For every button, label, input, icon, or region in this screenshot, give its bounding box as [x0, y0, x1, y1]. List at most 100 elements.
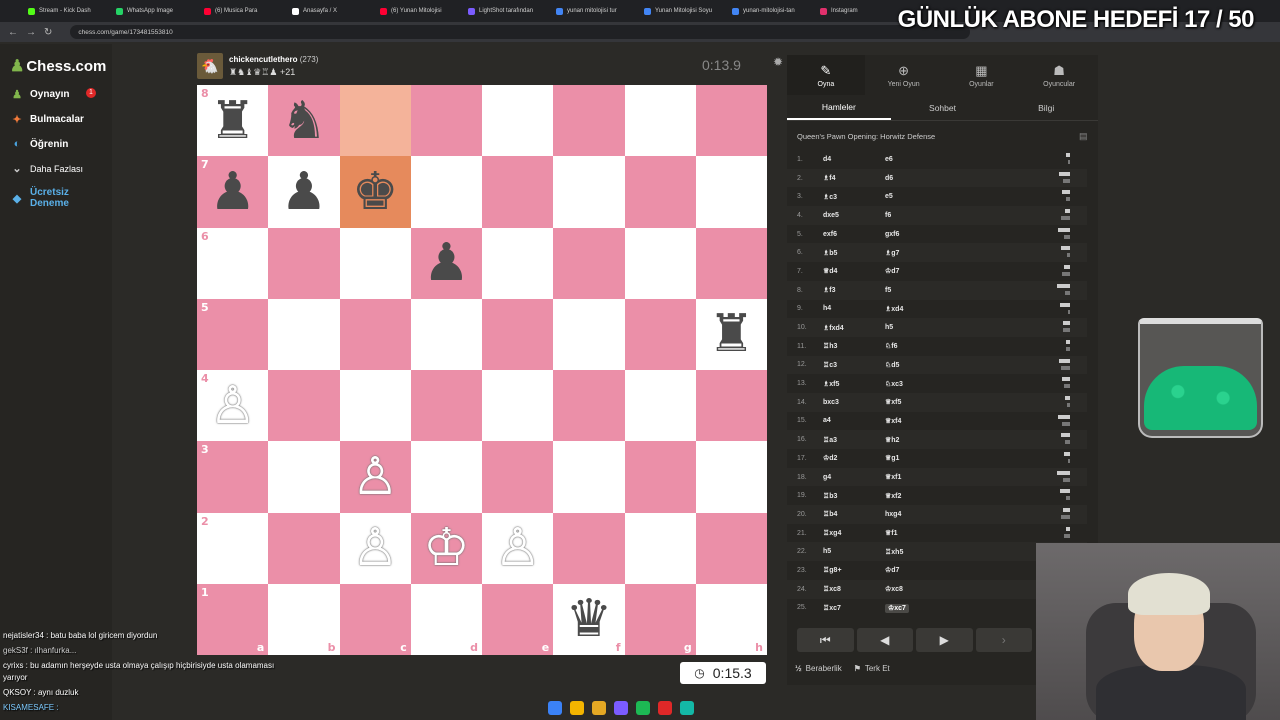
- tab-1[interactable]: ✎ Oyna: [787, 55, 865, 95]
- white-move[interactable]: ♖g8+: [823, 566, 885, 574]
- discord-icon[interactable]: [614, 701, 628, 715]
- previous-move-button[interactable]: ◀: [856, 628, 913, 652]
- draw-button[interactable]: ½ Beraberlik: [795, 664, 842, 673]
- black-move[interactable]: ♘f6: [885, 342, 1005, 350]
- chess-board[interactable]: 8 ♜ ♞ 7 ♟ ♟ ♚ 6 ♟ 5 ♜ 4 ♙ 3 ♙ 2 ♙ ♔ ♙ 1 a b c d e f ♛ g h: [197, 85, 767, 655]
- white-move[interactable]: bxc3: [823, 399, 885, 406]
- browser-tab[interactable]: Anasayfa / X: [288, 2, 370, 20]
- black-piece-h5[interactable]: ♜: [708, 308, 755, 360]
- black-piece-b8[interactable]: ♞: [281, 95, 328, 147]
- browser-tab[interactable]: yunan mitolojisi tur: [552, 2, 634, 20]
- white-move[interactable]: ♖xg4: [823, 529, 885, 537]
- black-move[interactable]: ♖xh5: [885, 548, 1005, 556]
- subtab-2[interactable]: Sohbet: [891, 95, 995, 120]
- square-f7[interactable]: [553, 156, 625, 228]
- square-h7[interactable]: [695, 156, 767, 228]
- app-icon[interactable]: [658, 701, 672, 715]
- book-icon[interactable]: ▤: [1079, 131, 1088, 142]
- black-move[interactable]: ♕xf2: [885, 492, 1005, 500]
- square-e4[interactable]: [482, 370, 554, 442]
- square-e5[interactable]: [482, 298, 554, 370]
- browser-tab[interactable]: LightShot tarafından: [464, 2, 546, 20]
- browser-tab[interactable]: (6) Yunan Mitolojisi: [376, 2, 458, 20]
- square-e8[interactable]: [482, 85, 554, 157]
- white-move[interactable]: ♖b3: [823, 492, 885, 500]
- black-piece-b7[interactable]: ♟: [281, 166, 328, 218]
- browser-tab[interactable]: Instagram: [816, 2, 898, 20]
- square-a6[interactable]: 6: [197, 227, 269, 299]
- black-move[interactable]: gxf6: [885, 231, 1005, 238]
- white-move[interactable]: dxe5: [823, 212, 885, 219]
- white-move[interactable]: ♗f3: [823, 286, 885, 294]
- black-move[interactable]: ♘d5: [885, 361, 1005, 369]
- white-move[interactable]: ♖xc8: [823, 585, 885, 593]
- square-h2[interactable]: [695, 512, 767, 584]
- square-f8[interactable]: [553, 85, 625, 157]
- square-h4[interactable]: [695, 370, 767, 442]
- black-piece-c7[interactable]: ♚: [352, 166, 399, 218]
- square-e3[interactable]: [482, 441, 554, 513]
- square-g2[interactable]: [624, 512, 696, 584]
- browser-tab[interactable]: yunan-mitolojisi-tan: [728, 2, 810, 20]
- square-g8[interactable]: [624, 85, 696, 157]
- resign-button[interactable]: ⚑ Terk Et: [854, 664, 890, 673]
- square-e2[interactable]: ♙: [482, 512, 554, 584]
- black-move[interactable]: e5: [885, 193, 1005, 200]
- white-move[interactable]: d4: [823, 156, 885, 163]
- black-piece-a8[interactable]: ♜: [209, 95, 256, 147]
- black-move[interactable]: e6: [885, 156, 1005, 163]
- square-f4[interactable]: [553, 370, 625, 442]
- sidebar-item-1[interactable]: ♟ Oynayın: [10, 88, 69, 101]
- square-g5[interactable]: [624, 298, 696, 370]
- avatar[interactable]: 🐔: [197, 53, 223, 79]
- square-c8[interactable]: [339, 85, 411, 157]
- square-d2[interactable]: ♔: [410, 512, 482, 584]
- black-move[interactable]: ♔xc8: [885, 585, 1005, 593]
- square-h1[interactable]: h: [695, 583, 767, 655]
- black-move[interactable]: h5: [885, 324, 1005, 331]
- black-move[interactable]: ♕xf5: [885, 398, 1005, 406]
- square-a3[interactable]: 3: [197, 441, 269, 513]
- square-e6[interactable]: [482, 227, 554, 299]
- square-a5[interactable]: 5: [197, 298, 269, 370]
- next-move-button[interactable]: ▶: [916, 628, 973, 652]
- black-piece-f1[interactable]: ♛: [566, 593, 613, 645]
- square-b3[interactable]: [268, 441, 340, 513]
- browser-tab[interactable]: (6) Musica Para: [200, 2, 282, 20]
- black-move[interactable]: ♘xc3: [885, 380, 1005, 388]
- square-h6[interactable]: [695, 227, 767, 299]
- chesscom-logo[interactable]: ♟ Chess.com: [10, 56, 106, 76]
- white-move[interactable]: ♗c3: [823, 193, 885, 201]
- subtab-3[interactable]: Bilgi: [994, 95, 1098, 120]
- square-g6[interactable]: [624, 227, 696, 299]
- opponent-name[interactable]: chickencutlethero (273): [229, 55, 318, 64]
- white-piece-c2[interactable]: ♙: [352, 522, 399, 574]
- black-move[interactable]: ♗xd4: [885, 305, 1005, 313]
- square-a4[interactable]: 4 ♙: [197, 370, 269, 442]
- back-icon[interactable]: ←: [8, 27, 18, 38]
- windows-start-icon[interactable]: [548, 701, 562, 715]
- white-piece-e2[interactable]: ♙: [494, 522, 541, 574]
- white-move[interactable]: ♗fxd4: [823, 324, 885, 332]
- obs-icon[interactable]: [680, 701, 694, 715]
- square-c5[interactable]: [339, 298, 411, 370]
- square-c4[interactable]: [339, 370, 411, 442]
- white-move[interactable]: ♖a3: [823, 436, 885, 444]
- browser-tab[interactable]: WhatsApp Image: [112, 2, 194, 20]
- black-move[interactable]: ♔d7: [885, 267, 1005, 275]
- square-e1[interactable]: e: [482, 583, 554, 655]
- square-b7[interactable]: ♟: [268, 156, 340, 228]
- black-move[interactable]: ♔xc7: [885, 603, 1005, 613]
- black-piece-d6[interactable]: ♟: [423, 237, 470, 289]
- square-f6[interactable]: [553, 227, 625, 299]
- white-piece-c3[interactable]: ♙: [352, 451, 399, 503]
- square-d3[interactable]: [410, 441, 482, 513]
- square-d5[interactable]: [410, 298, 482, 370]
- square-g4[interactable]: [624, 370, 696, 442]
- sidebar-item-2[interactable]: ✦ Bulmacalar: [10, 113, 84, 126]
- square-f2[interactable]: [553, 512, 625, 584]
- square-a7[interactable]: 7 ♟: [197, 156, 269, 228]
- white-piece-a4[interactable]: ♙: [209, 380, 256, 432]
- white-move[interactable]: h5: [823, 548, 885, 555]
- folder-icon[interactable]: [592, 701, 606, 715]
